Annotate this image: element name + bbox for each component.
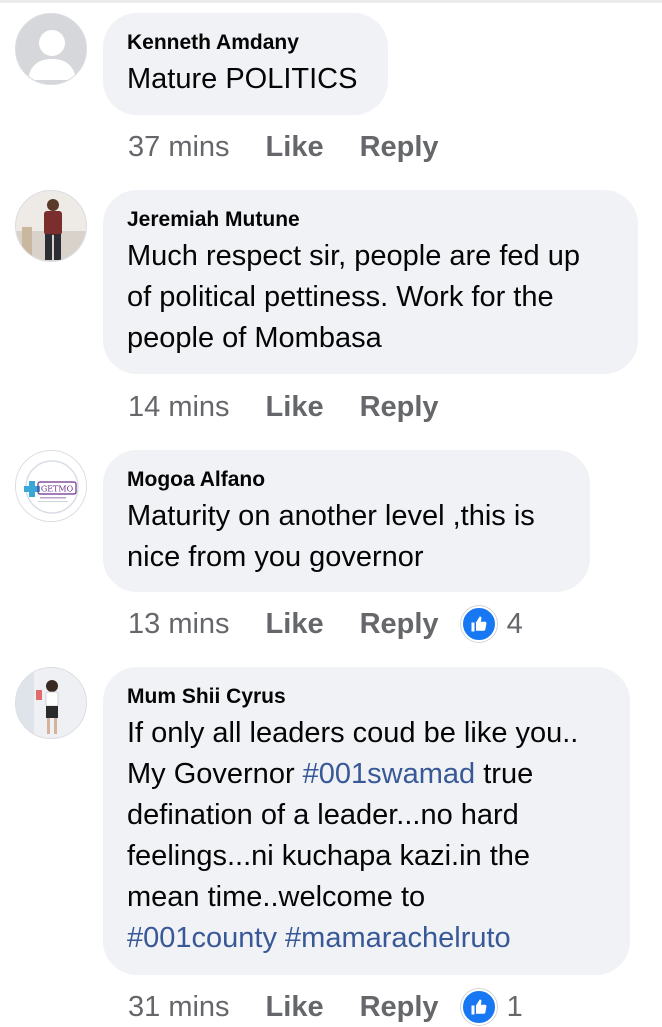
avatar[interactable]: [15, 667, 87, 739]
comment-line: Mature POLITICS: [127, 63, 358, 95]
comment-text: If only all leaders coud be like you.. M…: [127, 713, 606, 959]
avatar[interactable]: GETMO: [15, 450, 87, 522]
comment-bubble[interactable]: Kenneth Amdany Mature POLITICS: [103, 13, 388, 115]
hashtag-link[interactable]: #001swamad: [303, 758, 476, 790]
avatar[interactable]: [15, 13, 87, 85]
comment-time[interactable]: 14 mins: [128, 391, 230, 424]
comment-bubble[interactable]: Mogoa Alfano Maturity on another level ,…: [103, 450, 590, 592]
getmo-logo-icon: GETMO: [16, 451, 86, 521]
like-button[interactable]: Like: [266, 131, 324, 164]
like-button[interactable]: Like: [266, 391, 324, 424]
comment-time[interactable]: 13 mins: [128, 608, 230, 641]
comment-line: nice from you governor: [127, 541, 424, 573]
comment-line: of political pettiness. Work for the: [127, 281, 554, 313]
comment-actions: 37 mins Like Reply: [128, 127, 475, 167]
svg-text:GETMO: GETMO: [41, 485, 74, 494]
comment-line: #001county #mamarachelruto: [127, 918, 606, 959]
person-photo-icon: [16, 668, 86, 738]
reply-button[interactable]: Reply: [360, 608, 439, 641]
comment-time[interactable]: 31 mins: [128, 991, 230, 1024]
comment-line: people of Mombasa: [127, 322, 382, 354]
reply-button[interactable]: Reply: [360, 991, 439, 1024]
comment-text: Mature POLITICS: [127, 59, 364, 100]
comment-actions: 14 mins Like Reply: [128, 387, 475, 427]
top-divider: [0, 0, 662, 3]
hashtag-link[interactable]: #001county: [127, 922, 277, 954]
comment-text: Much respect sir, people are fed up of p…: [127, 236, 614, 359]
comment-author[interactable]: Jeremiah Mutune: [127, 207, 614, 233]
comment-author[interactable]: Mum Shii Cyrus: [127, 684, 606, 710]
comment-line: If only all leaders coud be like you..: [127, 717, 579, 749]
comment-author[interactable]: Kenneth Amdany: [127, 30, 364, 56]
avatar[interactable]: [15, 190, 87, 262]
like-button[interactable]: Like: [266, 608, 324, 641]
comment-line: Maturity on another level ,this is: [127, 500, 535, 532]
comment-actions: 13 mins Like Reply 4: [128, 604, 523, 644]
comment-text: Maturity on another level ,this is nice …: [127, 496, 566, 578]
reaction-summary[interactable]: 1: [460, 989, 523, 1025]
comment-bubble[interactable]: Jeremiah Mutune Much respect sir, people…: [103, 190, 638, 374]
comment-time[interactable]: 37 mins: [128, 131, 230, 164]
comment-actions: 31 mins Like Reply 1: [128, 987, 523, 1027]
comment-line: Much respect sir, people are fed up: [127, 240, 580, 272]
thumbs-up-icon: [460, 606, 497, 642]
comment-line: My Governor #001swamad true: [127, 758, 534, 790]
comment-line: mean time..welcome to: [127, 881, 426, 913]
person-photo-icon: [16, 191, 86, 261]
default-avatar-icon: [16, 14, 86, 84]
comment-bubble[interactable]: Mum Shii Cyrus If only all leaders coud …: [103, 667, 630, 975]
comment-author[interactable]: Mogoa Alfano: [127, 467, 566, 493]
comment-line: defination of a leader...no hard: [127, 799, 519, 831]
hashtag-link[interactable]: #mamarachelruto: [285, 922, 511, 954]
reaction-summary[interactable]: 4: [460, 606, 523, 642]
thumbs-up-icon: [460, 989, 497, 1025]
reply-button[interactable]: Reply: [360, 131, 439, 164]
reply-button[interactable]: Reply: [360, 391, 439, 424]
like-button[interactable]: Like: [266, 991, 324, 1024]
comment-line: feelings...ni kuchapa kazi.in the: [127, 840, 531, 872]
reaction-count: 1: [506, 990, 523, 1023]
reaction-count: 4: [506, 607, 523, 640]
